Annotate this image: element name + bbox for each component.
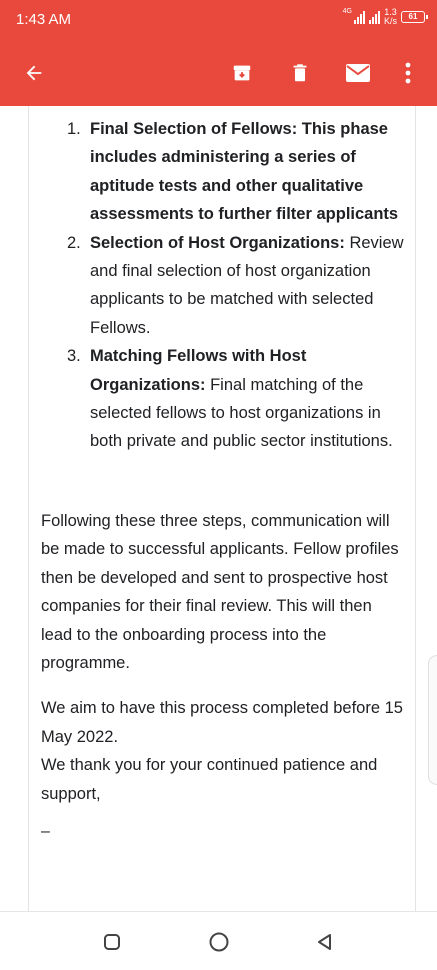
nav-back-button[interactable]: [313, 930, 337, 954]
network-type: 4G: [342, 8, 352, 15]
network-speed: 1.3 K/s: [384, 8, 397, 26]
back-button[interactable]: [18, 57, 50, 89]
battery-icon: 61: [401, 11, 428, 23]
edge-panel-handle[interactable]: [428, 655, 437, 785]
recent-apps-button[interactable]: [100, 930, 124, 954]
paragraph-thanks: We thank you for your continued patience…: [41, 756, 378, 803]
speed-unit: K/s: [383, 16, 397, 26]
mark-unread-icon: [346, 64, 370, 82]
step-title: Selection of Host Organizations:: [90, 233, 345, 252]
steps-list: 1. Final Selection of Fellows: This phas…: [29, 115, 415, 456]
archive-icon: [233, 65, 251, 81]
toolbar: [0, 40, 437, 106]
list-item: 3. Matching Fellows with Host Organizati…: [29, 342, 415, 456]
mark-unread-button[interactable]: [342, 57, 374, 89]
step-title: Final Selection of Fellows:: [90, 120, 298, 138]
archive-button[interactable]: [226, 57, 258, 89]
step-number: 1.: [67, 120, 81, 138]
signal-1-icon: [353, 10, 365, 24]
recent-apps-icon: [104, 934, 120, 950]
delete-icon: [293, 64, 307, 82]
status-time: 1:43 AM: [16, 11, 72, 28]
nav-bar: [0, 911, 437, 970]
email-body: 1. Final Selection of Fellows: This phas…: [28, 106, 416, 911]
step-number: 3.: [67, 347, 81, 366]
list-item: 1. Final Selection of Fellows: This phas…: [29, 115, 415, 229]
home-button[interactable]: [207, 930, 231, 954]
step-number: 2.: [67, 233, 81, 252]
signal-2-icon: [368, 10, 380, 24]
status-bar: 1:43 AM 4G 1.3 K/s 61: [0, 0, 437, 40]
status-icons: 4G 1.3 K/s 61: [342, 8, 428, 26]
more-options-button[interactable]: [392, 57, 424, 89]
list-item: 2. Selection of Host Organizations: Revi…: [29, 229, 415, 343]
home-icon: [209, 932, 229, 952]
signature-dash: –: [41, 822, 50, 840]
delete-button[interactable]: [284, 57, 316, 89]
more-vert-icon: [405, 62, 411, 84]
paragraph-deadline: We aim to have this process completed be…: [41, 699, 403, 746]
back-triangle-icon: [318, 934, 331, 950]
paragraph-following-steps: Following these three steps, communicati…: [41, 511, 399, 672]
back-arrow-icon: [26, 65, 42, 81]
